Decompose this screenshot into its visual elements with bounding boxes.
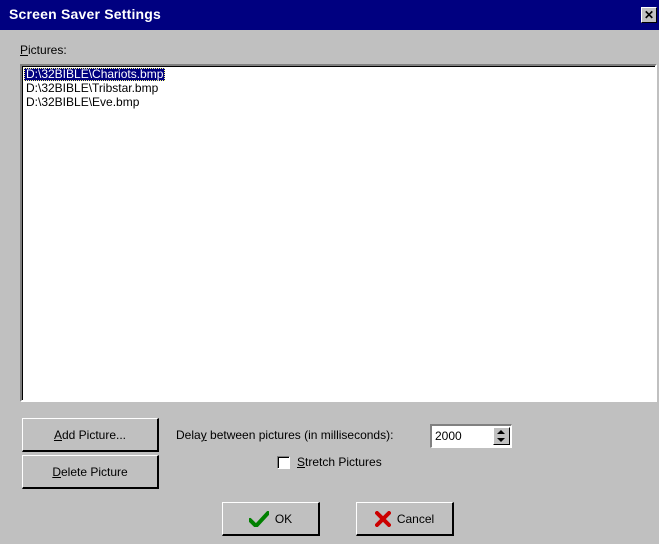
list-item[interactable]: D:\32BIBLE\Eve.bmp — [24, 96, 141, 109]
stretch-pictures-label[interactable]: Stretch Pictures — [297, 455, 382, 469]
pictures-label: Pictures: — [20, 43, 67, 57]
add-picture-button[interactable]: Add Picture... — [22, 418, 159, 452]
delete-picture-label: Delete Picture — [52, 464, 128, 479]
delete-picture-button[interactable]: Delete Picture — [22, 455, 159, 489]
close-icon: ✕ — [643, 8, 655, 22]
ok-button[interactable]: OK — [222, 502, 320, 536]
stretch-pictures-checkbox[interactable] — [277, 456, 290, 469]
pictures-label-mnemonic: P — [20, 43, 29, 57]
pictures-label-text: ictures: — [28, 43, 67, 57]
delay-value[interactable]: 2000 — [435, 429, 462, 443]
pictures-listbox[interactable]: D:\32BIBLE\Chariots.bmp D:\32BIBLE\Tribs… — [20, 64, 657, 402]
cancel-label: Cancel — [396, 511, 435, 526]
spin-down-arrow-icon[interactable] — [497, 438, 505, 442]
window-title: Screen Saver Settings — [9, 6, 162, 22]
cancel-button[interactable]: Cancel — [356, 502, 454, 536]
spin-buttons[interactable] — [493, 427, 510, 445]
x-icon — [374, 510, 391, 527]
add-picture-label: Add Picture... — [53, 427, 127, 442]
list-item[interactable]: D:\32BIBLE\Tribstar.bmp — [24, 82, 160, 95]
title-bar[interactable]: Screen Saver Settings ✕ — [0, 0, 659, 30]
spin-up-arrow-icon[interactable] — [497, 430, 505, 434]
delay-spinbox[interactable]: 2000 — [430, 424, 512, 448]
screen-saver-settings-dialog: Screen Saver Settings ✕ Pictures: D:\32B… — [0, 0, 659, 544]
list-item[interactable]: D:\32BIBLE\Chariots.bmp — [24, 68, 166, 81]
checkmark-icon — [248, 510, 269, 527]
ok-label: OK — [274, 511, 293, 526]
close-button[interactable]: ✕ — [641, 7, 657, 23]
delay-label: Delay between pictures (in milliseconds)… — [176, 428, 394, 442]
